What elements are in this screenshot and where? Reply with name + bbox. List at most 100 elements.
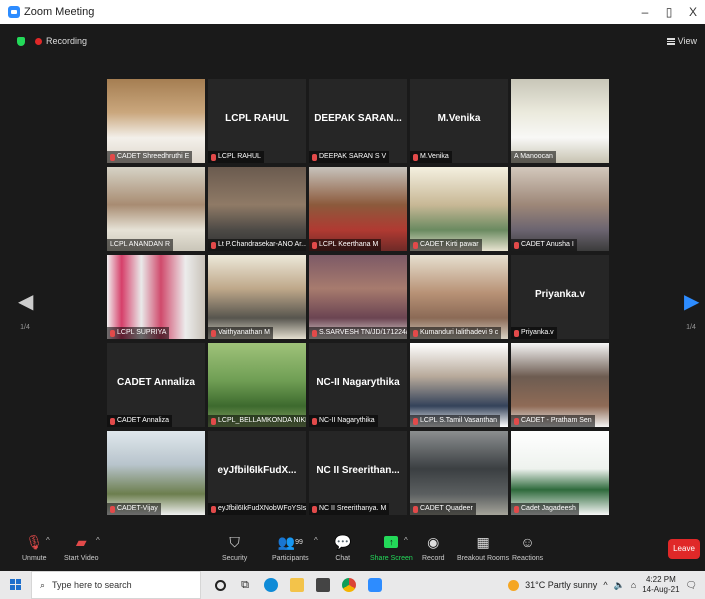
shield-icon[interactable] (17, 36, 25, 46)
participant-display-name: Priyanka.v (534, 289, 586, 300)
security-button[interactable]: ⛉ Security (222, 531, 247, 563)
notifications-icon[interactable]: 🗨 (686, 580, 697, 591)
taskbar-search-box[interactable]: ⌕ Type here to search (31, 571, 201, 599)
participant-name: LCPL ANANDAN R (107, 239, 174, 251)
unmute-button[interactable]: 🎙 Unmute (22, 531, 47, 563)
breakout-rooms-button[interactable]: ▦ Breakout Rooms (457, 531, 509, 563)
participant-tile[interactable]: DEEPAK SARAN... DEEPAK SARAN S V (309, 79, 407, 163)
mic-muted-icon (514, 241, 519, 249)
participant-display-name: LCPL RAHUL (225, 113, 289, 124)
file-explorer-icon[interactable] (290, 578, 304, 592)
participant-tile[interactable]: CADET Annaliza CADET Annaliza (107, 343, 205, 427)
participant-tile[interactable]: CADET Anusha I (511, 167, 609, 251)
participant-name: M.Venika (410, 151, 452, 163)
participant-tile[interactable]: Kumanduri lalithadevi 9 c (410, 255, 508, 339)
participant-tile[interactable]: LCPL ANANDAN R (107, 167, 205, 251)
chat-button[interactable]: 💬 Chat (334, 531, 351, 563)
participant-name: CADET Anusha I (511, 239, 577, 251)
recording-label: Recording (46, 36, 88, 46)
participant-tile[interactable]: NC II Sreerithan... NC II Sreerithanya. M (309, 431, 407, 515)
emoji-icon: ☺ (520, 534, 535, 550)
participant-display-name: eyJfbil6IkFudX... (217, 465, 297, 476)
participant-tile[interactable]: LCPL Keerthana M (309, 167, 407, 251)
store-icon[interactable] (316, 578, 330, 592)
leave-button[interactable]: Leave (668, 539, 700, 559)
participants-options-caret[interactable]: ^ (314, 536, 318, 545)
search-placeholder: Type here to search (52, 580, 132, 590)
participants-button[interactable]: 👥 99 Participants (272, 531, 309, 563)
start-video-button[interactable]: ▰ Start Video (64, 531, 99, 563)
participant-tile[interactable]: LCPL S.Tamil Vasanthan (410, 343, 508, 427)
participant-name: LCPL_BELLAMKONDA NIKH... (208, 415, 306, 427)
network-icon[interactable]: ⌂ (631, 580, 636, 590)
weather-text[interactable]: 31°C Partly sunny (525, 580, 597, 590)
tray-overflow-icon[interactable]: ^ (603, 580, 607, 590)
participant-tile[interactable]: CADET Quadeer (410, 431, 508, 515)
participant-name: LCPL S.Tamil Vasanthan (410, 415, 501, 427)
view-grid-icon (666, 37, 675, 45)
chevron-right-icon: ▶ (684, 291, 700, 313)
participant-name: Priyanka.v (511, 327, 557, 339)
participant-tile[interactable]: LCPL SUPRIYA (107, 255, 205, 339)
mic-muted-icon (514, 417, 519, 425)
participant-tile[interactable]: Cadet Jagadeesh (511, 431, 609, 515)
taskbar-clock[interactable]: 4:22 PM 14-Aug-21 (642, 575, 679, 595)
participant-display-name: M.Venika (437, 113, 481, 124)
meeting-top-strip: Recording (0, 24, 705, 58)
mic-muted-icon (514, 329, 519, 337)
participant-name: Vaithyanathan M (208, 327, 274, 339)
participant-tile[interactable]: CADET - Pratham Sen (511, 343, 609, 427)
chrome-icon[interactable] (342, 578, 356, 592)
zoom-taskbar-icon[interactable] (368, 578, 382, 592)
participant-tile[interactable]: LCPL RAHUL LCPL RAHUL (208, 79, 306, 163)
participant-tile[interactable]: Vaithyanathan M (208, 255, 306, 339)
windows-taskbar: ⌕ Type here to search ⧉ 31°C Partly sunn… (0, 571, 705, 599)
participant-name: DEEPAK SARAN S V (309, 151, 390, 163)
participant-tile[interactable]: LCPL_BELLAMKONDA NIKH... (208, 343, 306, 427)
prev-page-button[interactable]: ◀ 1/4 (18, 289, 34, 331)
participant-tile[interactable]: Priyanka.v Priyanka.v (511, 255, 609, 339)
participant-name: NC II Sreerithanya. M (309, 503, 390, 515)
maximize-button[interactable]: ▯ (657, 5, 681, 19)
participant-tile[interactable]: S.SARVESH TN/JD/171224/... (309, 255, 407, 339)
participant-display-name: DEEPAK SARAN... (314, 113, 402, 124)
video-options-caret[interactable]: ^ (96, 536, 100, 545)
share-options-caret[interactable]: ^ (404, 536, 408, 545)
audio-options-caret[interactable]: ^ (46, 536, 50, 545)
view-button[interactable]: View (666, 36, 697, 46)
participant-name: CADET Kirti pawar (410, 239, 482, 251)
page-indicator-left: 1/4 (20, 324, 30, 331)
participant-tile[interactable]: Lt P.Chandrasekar-ANO Ar... (208, 167, 306, 251)
participant-tile[interactable]: CADET Kirti pawar (410, 167, 508, 251)
participant-tile[interactable]: CADET-Vijay (107, 431, 205, 515)
minimize-button[interactable]: – (633, 5, 657, 19)
mic-muted-icon (211, 153, 216, 161)
participant-tile[interactable]: NC-II Nagarythika NC-II Nagarythika (309, 343, 407, 427)
next-page-button[interactable]: ▶ 1/4 (684, 289, 700, 331)
windows-start-icon[interactable] (10, 579, 22, 591)
participant-tile[interactable]: CADET Shreedhruthi E (107, 79, 205, 163)
reactions-button[interactable]: ☺ Reactions (512, 531, 543, 562)
mic-muted-icon (211, 241, 216, 249)
cortana-icon[interactable] (215, 579, 226, 591)
participant-name: Cadet Jagadeesh (511, 503, 579, 515)
participants-count: 99 (295, 538, 303, 546)
page-indicator-right: 1/4 (686, 324, 696, 331)
search-icon: ⌕ (40, 579, 46, 590)
edge-icon[interactable] (264, 578, 278, 592)
participant-name: CADET - Pratham Sen (511, 415, 595, 427)
participant-name: LCPL SUPRIYA (107, 327, 170, 339)
speaker-icon[interactable]: 🔈 (614, 580, 625, 591)
active-speaker-tile[interactable]: A Manoocan (511, 79, 609, 163)
record-button[interactable]: ◉ Record (422, 531, 445, 563)
meeting-toolbar: 🎙 Unmute ^ ▰ Start Video ^ ⛉ Security 👥 9… (0, 527, 705, 571)
participant-tile[interactable]: eyJfbil6IkFudX... eyJfbil6IkFudXNobWFoYSI… (208, 431, 306, 515)
participant-name: LCPL Keerthana M (309, 239, 382, 251)
task-view-icon[interactable]: ⧉ (238, 578, 252, 592)
participant-tile[interactable]: M.Venika M.Venika (410, 79, 508, 163)
taskbar-pinned-apps: ⧉ (215, 578, 382, 592)
mic-muted-icon (514, 505, 519, 513)
chevron-left-icon: ◀ (18, 291, 34, 313)
meeting-area: Recording View ◀ 1/4 ▶ 1/4 CADET Shreedh… (0, 24, 705, 527)
close-button[interactable]: X (681, 5, 705, 19)
